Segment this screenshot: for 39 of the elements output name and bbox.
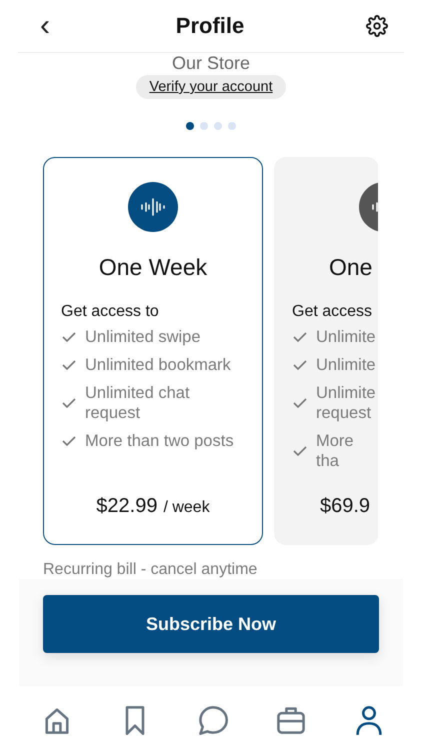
verify-link[interactable]: Verify your account	[136, 75, 286, 99]
check-icon	[292, 397, 308, 409]
check-icon	[61, 397, 77, 409]
check-icon	[292, 359, 308, 371]
check-icon	[61, 331, 77, 343]
feature-text: Unlimited chat request	[85, 383, 191, 423]
feature-text: Unlimite request	[316, 383, 377, 423]
page-dot[interactable]	[214, 122, 222, 130]
plan-title: One Week	[98, 254, 208, 281]
plan-card[interactable]: One Get access Unlimite Unlimite Unlimite request More tha $69.9	[274, 157, 378, 545]
settings-button[interactable]	[366, 15, 388, 37]
page-title: Profile	[176, 13, 244, 39]
check-icon	[292, 445, 308, 457]
feature-text: Unlimite	[316, 327, 377, 347]
back-button[interactable]: ‹	[36, 11, 54, 41]
plan-price: $22.99	[96, 495, 158, 518]
page-dot[interactable]	[200, 122, 208, 130]
plan-card[interactable]: One Week Get access to Unlimited swipe Unlimited bookmark Unlimited chat request More than two posts $22.99 / week	[43, 157, 263, 545]
feature-text: Unlimited bookmark	[85, 355, 232, 375]
feature-text: Unlimite	[316, 355, 377, 375]
settings-icon	[366, 15, 388, 37]
plan-title: One	[328, 254, 374, 281]
feature-text: More tha	[316, 431, 355, 471]
check-icon	[61, 435, 77, 447]
page-dot[interactable]	[228, 122, 236, 130]
check-icon	[61, 359, 77, 371]
plan-price: $69.9	[320, 495, 370, 518]
chat-icon	[197, 704, 229, 736]
feature-text: More than two posts	[85, 431, 235, 451]
subscribe-button[interactable]: Subscribe Now	[43, 595, 379, 653]
feature-text: Unlimited swipe	[85, 327, 202, 347]
plan-intro: Get access to	[61, 303, 160, 321]
price-period: / week	[163, 499, 210, 517]
store-title: Our Store	[170, 53, 252, 73]
plan-intro: Get access	[292, 303, 374, 321]
billing-note: Recurring bill - cancel anytime	[43, 561, 258, 579]
check-icon	[292, 331, 308, 343]
sound-wave-icon	[128, 182, 178, 232]
page-dot[interactable]	[186, 122, 194, 130]
